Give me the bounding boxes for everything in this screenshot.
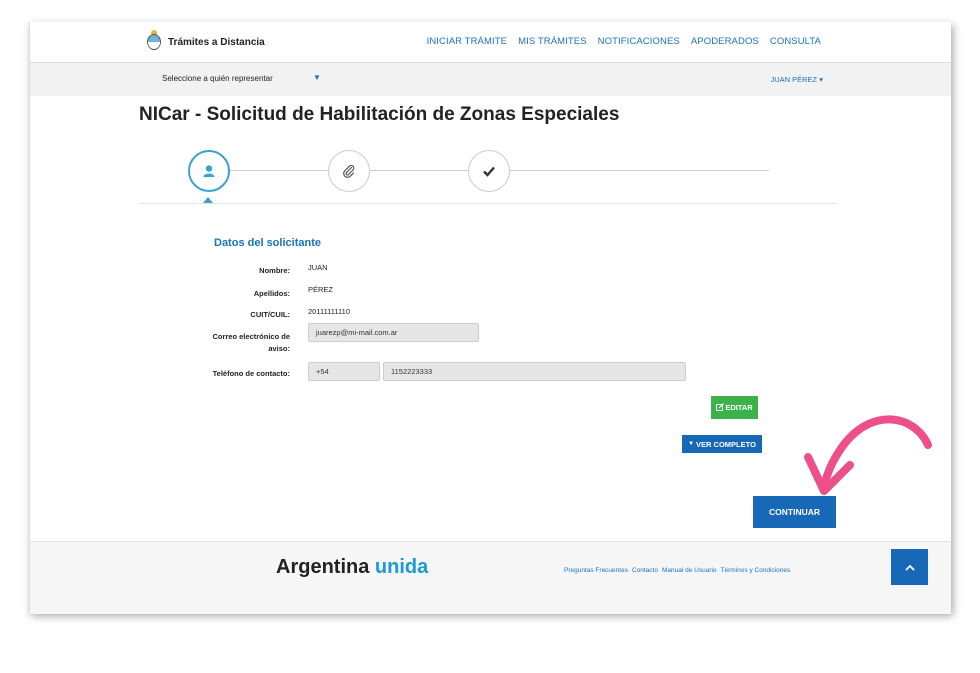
ver-completo-button[interactable]: ▼ VER COMPLETO <box>682 435 762 453</box>
user-name: JUAN PÉREZ <box>770 75 818 84</box>
telefono-prefix-field[interactable]: +54 <box>308 362 380 381</box>
step-applicant[interactable] <box>188 150 230 192</box>
brand-word-2: unida <box>374 556 429 578</box>
editar-button[interactable]: EDITAR <box>711 396 758 419</box>
nombre-label: Nombre: <box>259 266 290 275</box>
cuit-label: CUIT/CUIL: <box>250 310 290 319</box>
telefono-label: Teléfono de contacto: <box>212 369 290 378</box>
nav-iniciar-tramite[interactable]: INICIAR TRÁMITE <box>427 36 508 47</box>
stepper <box>139 150 837 204</box>
nav-apoderados[interactable]: APODERADOS <box>691 36 759 47</box>
nombre-value: JUAN <box>308 263 328 272</box>
footer-link-terminos[interactable]: Términos y Condiciones <box>721 567 791 574</box>
main-nav: INICIAR TRÁMITE MIS TRÁMITES NOTIFICACIO… <box>427 36 821 47</box>
edit-icon <box>716 402 725 413</box>
footer-links: Preguntas Frecuentes Contacto Manual de … <box>564 567 790 574</box>
nav-mis-tramites[interactable]: MIS TRÁMITES <box>518 36 587 47</box>
apellidos-value: PÉREZ <box>308 285 334 294</box>
footer-link-contacto[interactable]: Contacto <box>632 567 658 574</box>
check-icon <box>482 164 496 178</box>
step-attachments[interactable] <box>328 150 370 192</box>
footer-link-manual[interactable]: Manual de Usuario <box>662 567 717 574</box>
logo[interactable]: Trámites a Distancia <box>146 27 265 57</box>
caret-down-icon: ▼ <box>688 441 695 447</box>
brand-word-1: Argentina <box>276 556 370 578</box>
representation-bar: Seleccione a quién representar ▼ JUAN PÉ… <box>30 62 951 96</box>
correo-label-text: Correo electrónico de aviso: <box>212 332 290 353</box>
top-header: Trámites a Distancia INICIAR TRÁMITE MIS… <box>30 22 951 62</box>
represent-select-label[interactable]: Seleccione a quién representar <box>162 74 273 83</box>
user-icon <box>202 164 216 178</box>
caret-down-icon[interactable]: ▼ <box>313 73 321 82</box>
chevron-up-icon <box>904 558 915 576</box>
ver-completo-label: VER COMPLETO <box>696 439 756 449</box>
chevron-down-icon: ▾ <box>819 75 823 84</box>
cuit-value: 20111111110 <box>308 307 350 316</box>
section-title: Datos del solicitante <box>214 237 321 249</box>
correo-label: Correo electrónico de aviso: <box>130 331 290 355</box>
footer: Argentina unida Preguntas Frecuentes Con… <box>30 541 951 614</box>
argentina-unida-logo: Argentina unida <box>276 556 428 579</box>
nav-consulta[interactable]: CONSULTA <box>770 36 821 47</box>
step-confirmation[interactable] <box>468 150 510 192</box>
logo-text: Trámites a Distancia <box>168 36 265 48</box>
apellidos-label: Apellidos: <box>253 289 290 298</box>
scroll-to-top-button[interactable] <box>891 549 928 585</box>
page-title: NICar - Solicitud de Habilitación de Zon… <box>139 104 620 125</box>
user-menu[interactable]: JUAN PÉREZ ▾ <box>770 75 823 84</box>
browser-frame: Trámites a Distancia INICIAR TRÁMITE MIS… <box>29 22 951 614</box>
annotation-arrow-icon <box>800 405 940 515</box>
active-step-indicator <box>203 197 213 203</box>
correo-field[interactable]: juarezp@mi-mail.com.ar <box>308 323 479 342</box>
editar-label: EDITAR <box>725 403 753 412</box>
paperclip-icon <box>342 164 356 178</box>
telefono-field[interactable]: 1152223333 <box>383 362 686 381</box>
coat-of-arms-icon <box>146 29 162 56</box>
footer-link-faq[interactable]: Preguntas Frecuentes <box>564 567 628 574</box>
nav-notificaciones[interactable]: NOTIFICACIONES <box>598 36 680 47</box>
